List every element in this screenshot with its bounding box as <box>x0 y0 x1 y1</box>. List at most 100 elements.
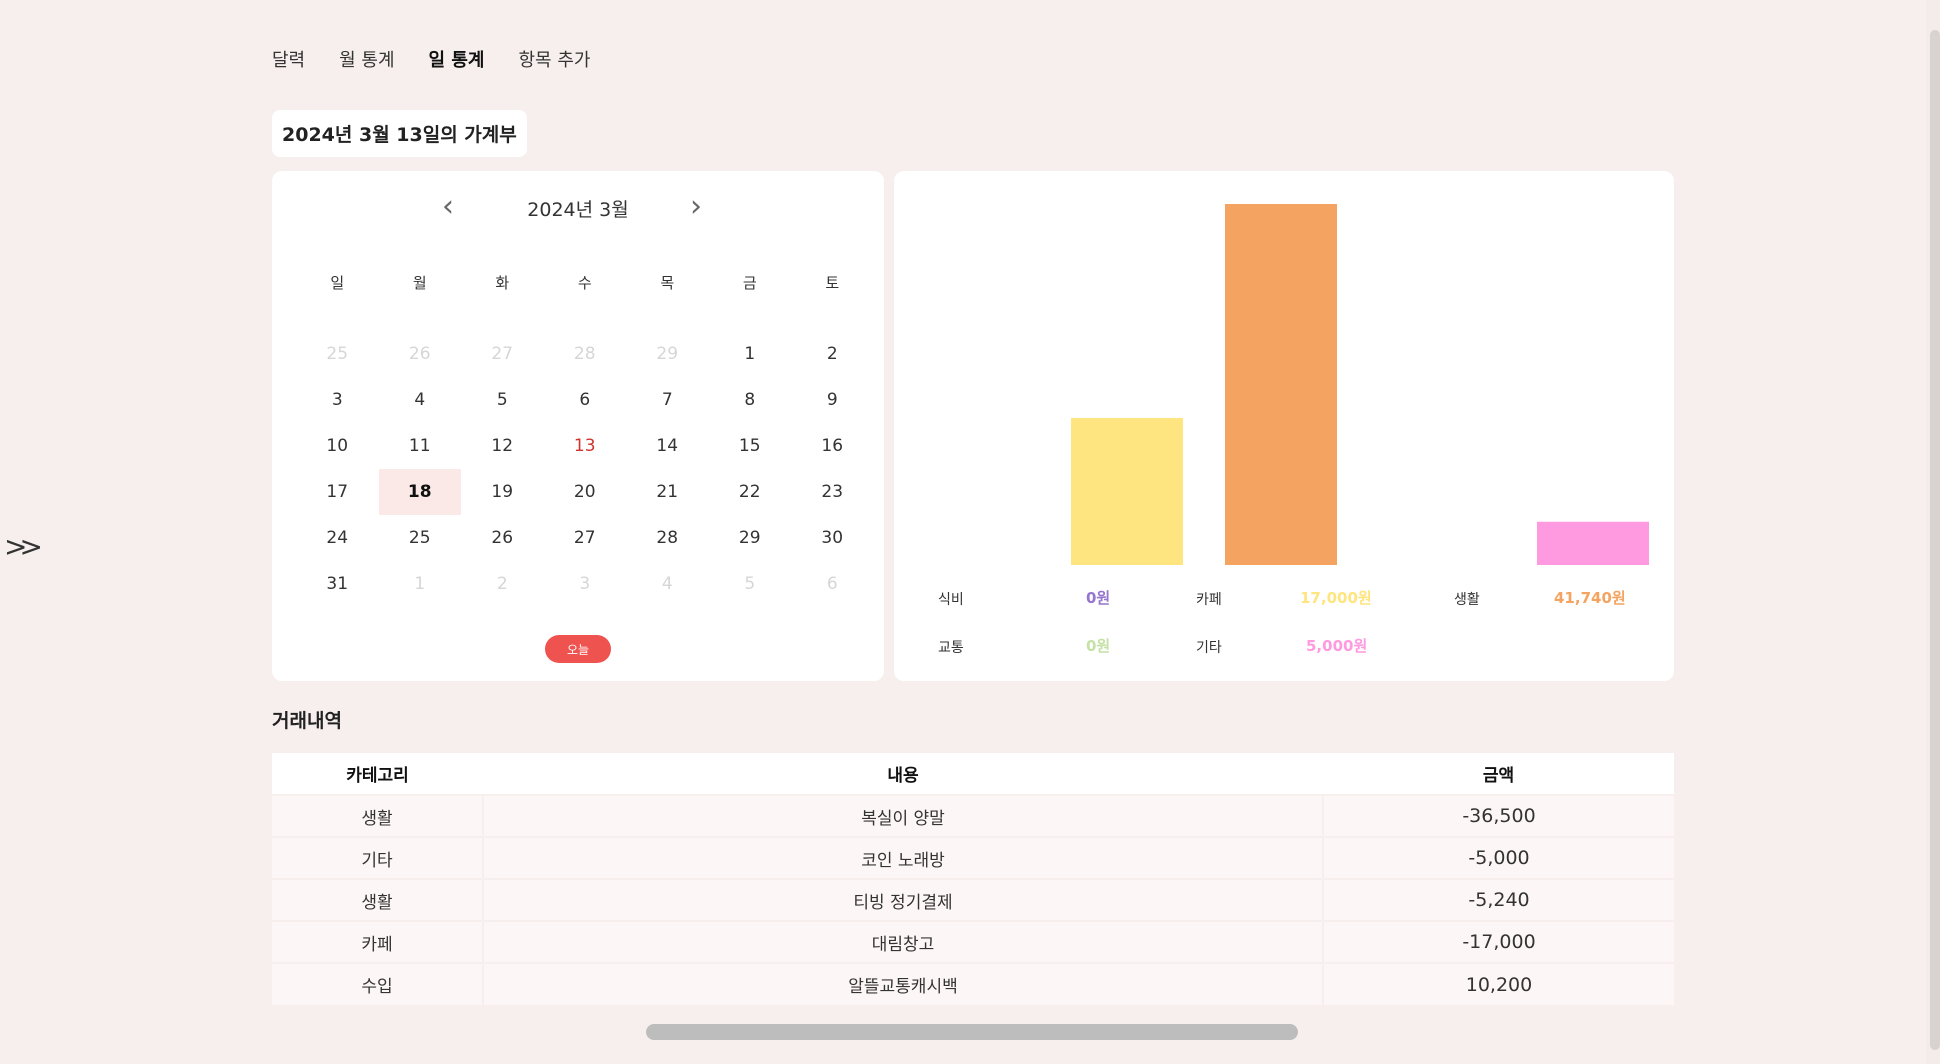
calendar-day[interactable]: 30 <box>791 515 874 561</box>
nav-calendar[interactable]: 달력 <box>272 46 305 72</box>
cell-category: 기타 <box>272 836 483 879</box>
sidebar-toggle-icon[interactable]: >> <box>4 530 43 563</box>
cell-amount: -5,240 <box>1322 878 1674 921</box>
cell-amount: -5,000 <box>1322 836 1674 879</box>
legend-label-transport: 교통 <box>938 640 964 656</box>
cell-amount: -17,000 <box>1322 920 1674 963</box>
legend-value-etc: 5,000원 <box>1306 637 1368 655</box>
calendar-day[interactable]: 3 <box>296 377 379 423</box>
calendar-day[interactable]: 28 <box>626 515 709 561</box>
calendar-day[interactable]: 12 <box>461 423 544 469</box>
weekday-sat: 토 <box>825 273 840 292</box>
cell-description: 복실이 양말 <box>482 794 1323 837</box>
calendar-day[interactable]: 15 <box>709 423 792 469</box>
calendar-week: 24 25 26 27 28 29 30 <box>296 515 874 561</box>
calendar-day-today[interactable]: 13 <box>544 423 627 469</box>
calendar-week: 10 11 12 13 14 15 16 <box>296 423 874 469</box>
bar-cafe[interactable] <box>1071 417 1183 565</box>
top-nav: 달력 월 통계 일 통계 항목 추가 <box>272 46 590 72</box>
calendar-grid: 일 월 화 수 목 금 토 25 26 27 28 29 1 2 3 4 5 6… <box>296 267 874 607</box>
horizontal-scrollbar[interactable] <box>646 1024 1298 1040</box>
calendar-day[interactable]: 20 <box>544 469 627 515</box>
legend-label-food: 식비 <box>938 592 964 608</box>
table-row[interactable]: 카페 대림창고 -17,000 <box>272 920 1674 963</box>
calendar-week: 3 4 5 6 7 8 9 <box>296 377 874 423</box>
cell-description: 대림창고 <box>482 920 1323 963</box>
calendar-day[interactable]: 6 <box>544 377 627 423</box>
calendar-day[interactable]: 9 <box>791 377 874 423</box>
weekday-wed: 수 <box>577 273 592 292</box>
calendar-day[interactable]: 6 <box>791 561 874 607</box>
chart-card: 식비 0원 카페 17,000원 생활 41,740원 교통 0원 기타 5,0… <box>894 171 1674 681</box>
calendar-day[interactable]: 24 <box>296 515 379 561</box>
weekday-thu: 목 <box>660 273 675 292</box>
calendar-day[interactable]: 4 <box>626 561 709 607</box>
calendar-day[interactable]: 27 <box>544 515 627 561</box>
legend-value-living: 41,740원 <box>1554 589 1626 607</box>
calendar-day[interactable]: 16 <box>791 423 874 469</box>
vertical-scrollbar[interactable] <box>1930 30 1940 1050</box>
table-row[interactable]: 수입 알뜰교통캐시백 10,200 <box>272 962 1674 1005</box>
calendar-day[interactable]: 8 <box>709 377 792 423</box>
calendar-day[interactable]: 5 <box>461 377 544 423</box>
calendar-day[interactable]: 2 <box>791 331 874 377</box>
weekday-sun: 일 <box>330 273 345 292</box>
calendar-day[interactable]: 27 <box>461 331 544 377</box>
calendar-week: 25 26 27 28 29 1 2 <box>296 331 874 377</box>
calendar-day[interactable]: 31 <box>296 561 379 607</box>
category-bar-chart <box>1071 204 1649 565</box>
legend-value-cafe: 17,000원 <box>1300 589 1372 607</box>
calendar-day[interactable]: 7 <box>626 377 709 423</box>
calendar-day[interactable]: 28 <box>544 331 627 377</box>
weekday-fri: 금 <box>742 273 757 292</box>
calendar-day[interactable]: 14 <box>626 423 709 469</box>
weekday-row: 일 월 화 수 목 금 토 <box>296 267 874 331</box>
calendar-day[interactable]: 22 <box>709 469 792 515</box>
header-description: 내용 <box>483 753 1323 795</box>
calendar-day[interactable]: 4 <box>379 377 462 423</box>
calendar-day[interactable]: 5 <box>709 561 792 607</box>
calendar-day[interactable]: 2 <box>461 561 544 607</box>
calendar-day[interactable]: 21 <box>626 469 709 515</box>
transactions-table: 카테고리 내용 금액 생활 복실이 양말 -36,500 기타 코인 노래방 -… <box>272 753 1674 1005</box>
nav-monthly-stats[interactable]: 월 통계 <box>339 46 394 72</box>
calendar-day[interactable]: 26 <box>379 331 462 377</box>
page-title: 2024년 3월 13일의 가계부 <box>272 110 527 157</box>
bar-etc[interactable] <box>1537 521 1649 565</box>
calendar-day[interactable]: 17 <box>296 469 379 515</box>
calendar-day[interactable]: 23 <box>791 469 874 515</box>
calendar-day[interactable]: 10 <box>296 423 379 469</box>
calendar-week: 31 1 2 3 4 5 6 <box>296 561 874 607</box>
nav-daily-stats[interactable]: 일 통계 <box>429 46 485 72</box>
legend-label-cafe: 카페 <box>1196 592 1222 608</box>
legend-label-etc: 기타 <box>1196 640 1222 656</box>
calendar-day[interactable]: 26 <box>461 515 544 561</box>
weekday-mon: 월 <box>412 273 427 292</box>
next-month-icon[interactable]: › <box>690 189 702 224</box>
weekday-tue: 화 <box>495 273 510 292</box>
calendar-day[interactable]: 29 <box>626 331 709 377</box>
calendar-month-label: 2024년 3월 <box>527 199 629 221</box>
bar-living[interactable] <box>1225 204 1337 565</box>
today-button[interactable]: 오늘 <box>545 635 611 663</box>
table-row[interactable]: 생활 티빙 정기결제 -5,240 <box>272 878 1674 921</box>
header-amount: 금액 <box>1323 753 1674 795</box>
cell-description: 코인 노래방 <box>482 836 1323 879</box>
legend-label-living: 생활 <box>1454 592 1480 608</box>
nav-add-item[interactable]: 항목 추가 <box>518 46 590 72</box>
calendar-day[interactable]: 25 <box>379 515 462 561</box>
legend-value-transport: 0원 <box>1086 637 1111 655</box>
calendar-day[interactable]: 29 <box>709 515 792 561</box>
table-row[interactable]: 생활 복실이 양말 -36,500 <box>272 794 1674 837</box>
calendar-day[interactable]: 11 <box>379 423 462 469</box>
cell-amount: 10,200 <box>1322 962 1674 1005</box>
calendar-day[interactable]: 25 <box>296 331 379 377</box>
calendar-card: ‹ 2024년 3월 › 일 월 화 수 목 금 토 25 26 27 28 2… <box>272 171 884 681</box>
calendar-day[interactable]: 1 <box>379 561 462 607</box>
calendar-day-selected[interactable]: 18 <box>378 469 461 515</box>
table-row[interactable]: 기타 코인 노래방 -5,000 <box>272 836 1674 879</box>
cell-category: 생활 <box>272 794 483 837</box>
calendar-day[interactable]: 19 <box>461 469 544 515</box>
calendar-day[interactable]: 1 <box>709 331 792 377</box>
calendar-day[interactable]: 3 <box>544 561 627 607</box>
